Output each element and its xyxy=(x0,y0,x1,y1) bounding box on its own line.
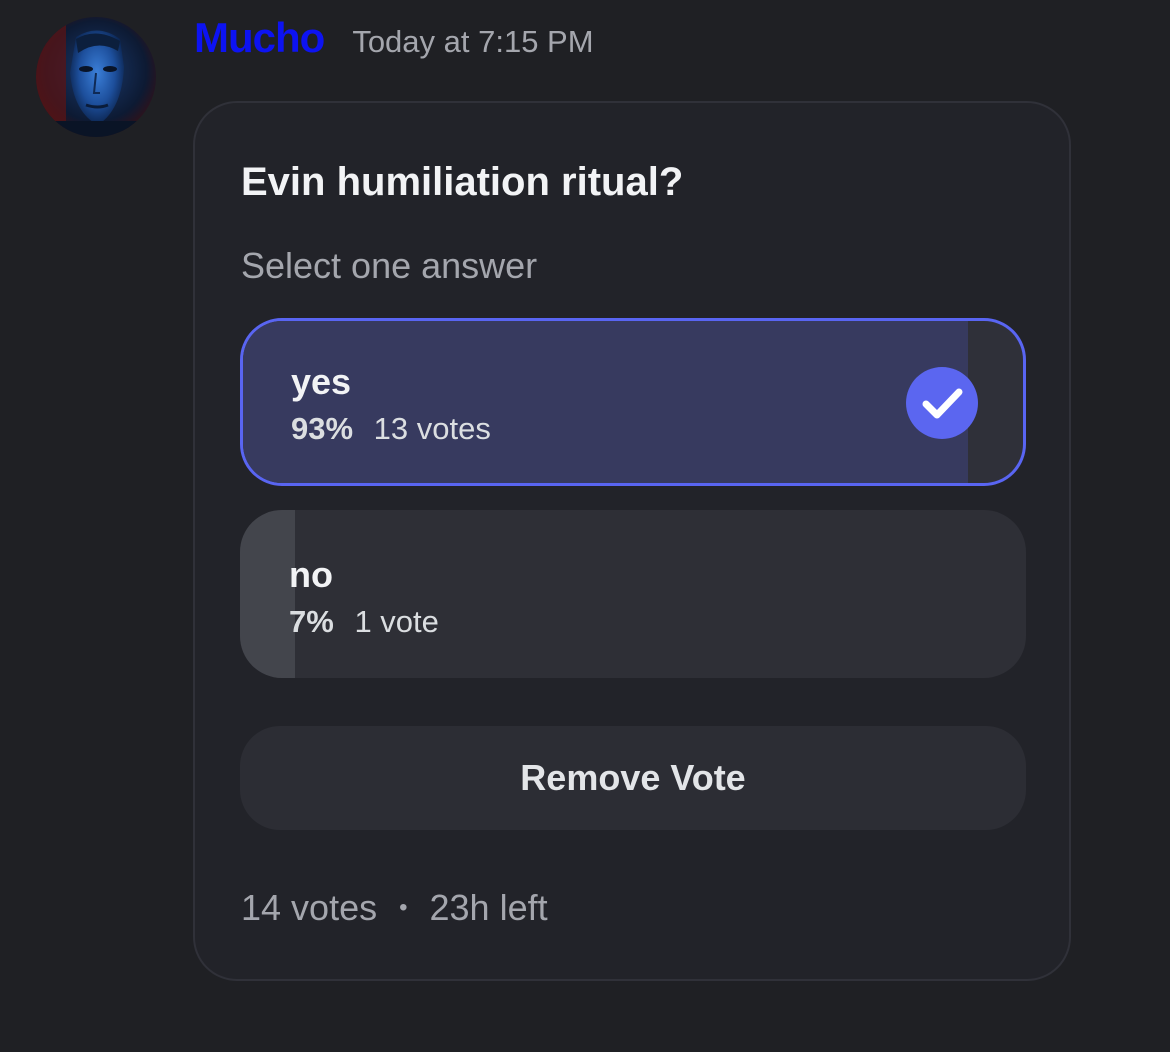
poll-answer-no[interactable]: no 7% 1 vote xyxy=(240,510,1026,678)
avatar[interactable] xyxy=(36,17,156,137)
check-icon xyxy=(906,367,978,439)
answer-stats: 7% 1 vote xyxy=(289,602,439,642)
answer-text: no 7% 1 vote xyxy=(289,552,439,642)
poll-question: Evin humiliation ritual? xyxy=(241,160,684,204)
poll-footer: 14 votes • 23h left xyxy=(241,884,548,932)
answer-progress-fill xyxy=(240,510,296,678)
separator-dot: • xyxy=(399,894,408,921)
total-votes: 14 votes xyxy=(241,887,378,928)
answer-percent: 7% xyxy=(289,604,334,639)
answer-percent: 93% xyxy=(291,411,354,446)
message-header: Mucho Today at 7:15 PM xyxy=(194,14,594,70)
remove-vote-button[interactable]: Remove Vote xyxy=(240,726,1026,830)
answer-vote-count: 13 votes xyxy=(373,411,491,446)
answer-label: no xyxy=(289,554,333,595)
timestamp: Today at 7:15 PM xyxy=(352,24,594,59)
poll-instruction: Select one answer xyxy=(241,245,538,286)
answer-stats: 93% 13 votes xyxy=(291,409,491,449)
poll-answer-yes[interactable]: yes 93% 13 votes xyxy=(240,318,1026,486)
username[interactable]: Mucho xyxy=(194,14,325,62)
time-left: 23h left xyxy=(429,887,548,928)
answer-label: yes xyxy=(291,361,352,402)
answer-vote-count: 1 vote xyxy=(354,604,439,639)
avatar-image xyxy=(36,17,156,137)
answer-text: yes 93% 13 votes xyxy=(291,359,491,449)
